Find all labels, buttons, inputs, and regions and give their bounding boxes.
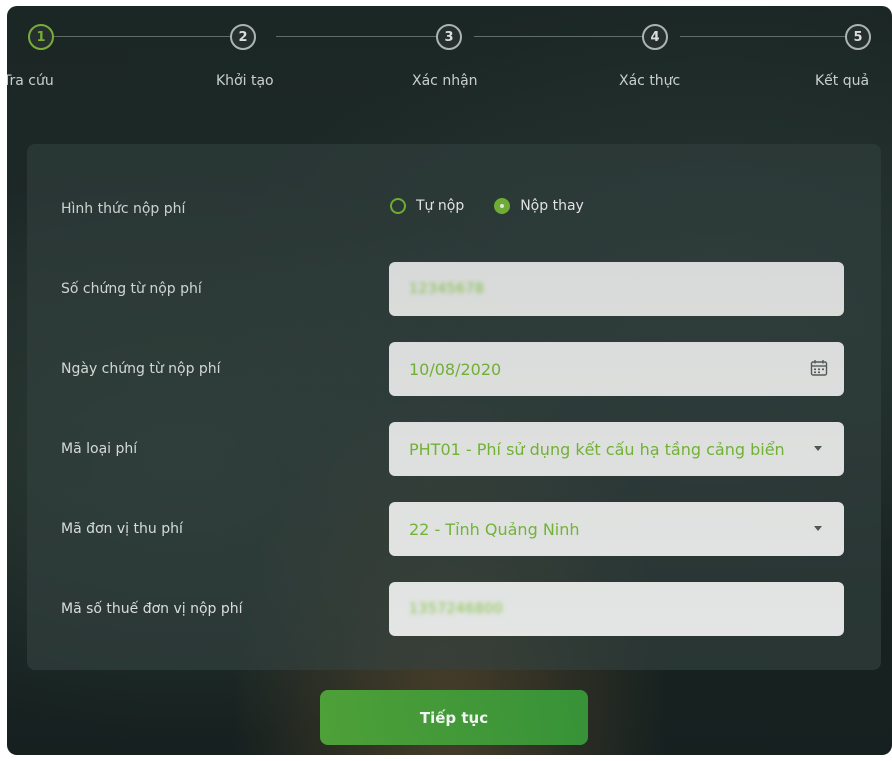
step-number: 1 [28,24,54,50]
continue-button[interactable]: Tiếp tục [320,690,588,745]
receipt-number-input[interactable]: 12345678 [389,262,844,316]
step-number: 3 [436,24,462,50]
collecting-unit-select[interactable]: 22 - Tỉnh Quảng Ninh [389,502,844,556]
fee-form-panel: Hình thức nộp phí Tự nộp Nộp thay Số chứ… [27,144,881,670]
step-connector [52,36,230,37]
radio-unchecked-icon[interactable] [390,198,406,214]
chevron-down-icon[interactable] [814,526,822,531]
receipt-date-label: Ngày chứng từ nộp phí [61,361,221,377]
tax-code-label: Mã số thuế đơn vị nộp phí [61,601,243,617]
step-number: 5 [845,24,871,50]
step-label: Tra cứu [7,73,54,89]
calendar-icon[interactable] [810,359,828,377]
chevron-down-icon[interactable] [814,446,822,451]
step-number: 4 [642,24,668,50]
receipt-number-label: Số chứng từ nộp phí [61,281,202,297]
receipt-number-value: 12345678 [409,281,485,297]
radio-checked-icon[interactable] [494,198,511,214]
tax-code-input[interactable]: 1357246800 [389,582,844,636]
collecting-unit-value: 22 - Tỉnh Quảng Ninh [409,519,580,539]
payment-method-radio-group: Tự nộp Nộp thay [390,198,584,214]
payment-method-label: Hình thức nộp phí [61,201,186,217]
step-label: Khởi tạo [216,73,274,89]
receipt-date-value: 10/08/2020 [409,359,502,379]
radio-pay-on-behalf[interactable]: Nộp thay [494,198,584,214]
receipt-date-input[interactable]: 10/08/2020 [389,342,844,396]
radio-self-pay[interactable]: Tự nộp [390,198,464,214]
fee-type-value: PHT01 - Phí sử dụng kết cấu hạ tầng cảng… [409,439,785,459]
collecting-unit-label: Mã đơn vị thu phí [61,521,183,537]
step-connector [276,36,437,37]
step-connector [474,36,642,37]
fee-type-select[interactable]: PHT01 - Phí sử dụng kết cấu hạ tầng cảng… [389,422,844,476]
fee-type-label: Mã loại phí [61,441,138,457]
radio-label: Tự nộp [416,198,465,214]
step-label: Xác thực [619,73,681,89]
step-connector [680,36,845,37]
step-label: Xác nhận [412,73,478,89]
page-background: 1 Tra cứu 2 Khởi tạo 3 Xác nhận 4 Xác th… [7,6,892,755]
step-number: 2 [230,24,256,50]
tax-code-value: 1357246800 [409,601,504,617]
step-label: Kết quả [815,73,870,89]
progress-stepper: 1 Tra cứu 2 Khởi tạo 3 Xác nhận 4 Xác th… [7,6,892,116]
radio-label: Nộp thay [520,198,584,214]
